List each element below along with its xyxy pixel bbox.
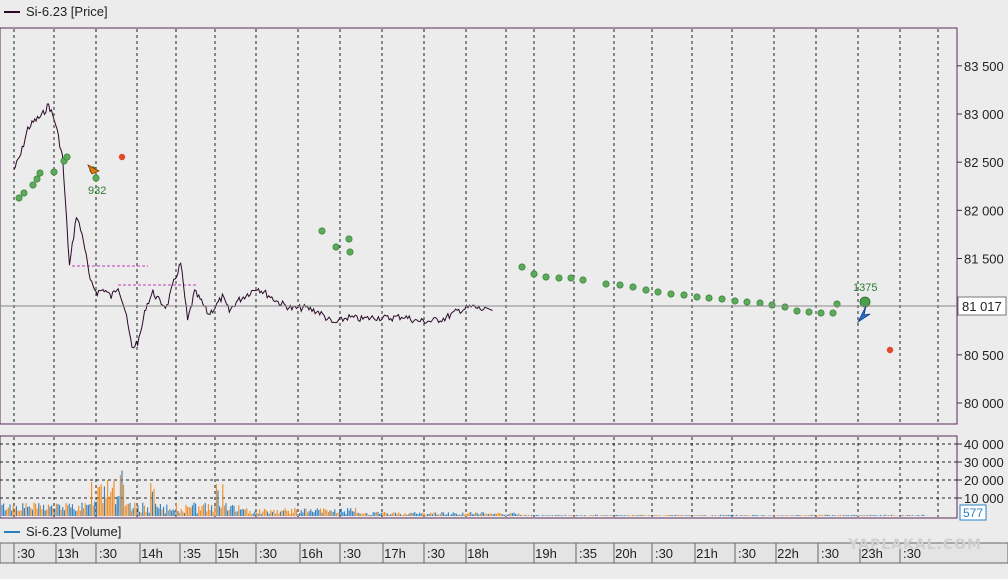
signal-dot	[781, 303, 789, 311]
price-tick-label: 81 500	[964, 252, 1004, 267]
signal-dot	[768, 301, 776, 309]
last-volume-value: 577	[963, 506, 983, 520]
signal-dot	[15, 194, 23, 202]
signal-dot	[33, 175, 41, 183]
time-tick-label: 18h	[467, 546, 489, 561]
volume-axis: 40 000 30 000 20 000 10 000	[957, 437, 1004, 506]
volume-tick-label: 40 000	[964, 437, 1004, 452]
time-tick-label: 16h	[301, 546, 323, 561]
signal-dot	[542, 273, 550, 281]
signal-dot	[829, 309, 837, 317]
signal-dot	[518, 263, 526, 271]
signal-dot	[602, 280, 610, 288]
signal-dot	[743, 298, 751, 306]
price-tick-label: 83 500	[964, 59, 1004, 74]
signal-dot	[616, 281, 624, 289]
last-volume-tag: 577	[959, 504, 987, 521]
time-tick-label: :35	[579, 546, 597, 561]
signal-dot	[805, 308, 813, 316]
price-tick-label: 80 000	[964, 396, 1004, 411]
price-tick-label: 82 000	[964, 203, 1004, 218]
last-price-value: 81 017	[962, 299, 1002, 314]
signal-dot	[731, 297, 739, 305]
signal-dot	[680, 291, 688, 299]
time-tick-label: :30	[821, 546, 839, 561]
price-legend-label: Si-6.23 [Price]	[26, 4, 108, 19]
price-axis: 83 500 83 000 82 500 82 000 81 500 80 500 80 0…	[957, 59, 1004, 411]
signal-dot	[642, 286, 650, 294]
price-tick-label: 83 000	[964, 107, 1004, 122]
trade-label: 1375	[853, 282, 877, 294]
signal-dot	[50, 168, 58, 176]
volume-panel	[0, 435, 958, 519]
signal-dot	[332, 243, 340, 251]
time-tick-label: 19h	[535, 546, 557, 561]
time-tick-label: :30	[655, 546, 673, 561]
signal-dot	[579, 276, 587, 284]
signal-dot	[567, 274, 575, 282]
time-tick-label: 15h	[217, 546, 239, 561]
chart-canvas[interactable]: 83 500 83 000 82 500 82 000 81 500 80 500 80 0…	[0, 0, 1008, 574]
price-legend-swatch	[4, 10, 20, 13]
volume-tick-label: 30 000	[964, 455, 1004, 470]
signal-dot	[318, 227, 326, 235]
time-tick-label: :30	[427, 546, 445, 561]
signal-dot	[346, 248, 354, 256]
volume-legend: Si-6.23 [Volume]	[4, 524, 121, 539]
stop-dot	[886, 346, 894, 354]
signal-dot	[817, 309, 825, 317]
chart-window: 83 500 83 000 82 500 82 000 81 500 80 500 80 0…	[0, 0, 1008, 574]
time-tick-label: 20h	[615, 546, 637, 561]
time-tick-label: :35	[183, 546, 201, 561]
volume-legend-label: Si-6.23 [Volume]	[26, 524, 122, 539]
time-tick-label: :30	[99, 546, 117, 561]
signal-dot	[654, 288, 662, 296]
signal-dot	[705, 294, 713, 302]
signal-dot	[29, 181, 37, 189]
signal-dot	[63, 153, 71, 161]
stop-dot	[118, 153, 126, 161]
time-tick-label: :30	[738, 546, 756, 561]
price-tick-label: 82 500	[964, 155, 1004, 170]
time-tick-label: 21h	[696, 546, 718, 561]
time-tick-label: :30	[259, 546, 277, 561]
volume-legend-swatch	[4, 530, 20, 533]
signal-dot	[345, 235, 353, 243]
price-panel	[0, 27, 958, 425]
volume-tick-label: 20 000	[964, 473, 1004, 488]
signal-dot	[92, 174, 100, 182]
signal-dot	[667, 290, 675, 298]
trade-label: 932	[88, 185, 106, 197]
watermark-logo: YAPLAKAL.COM	[848, 537, 982, 553]
time-tick-label: 13h	[57, 546, 79, 561]
time-tick-label: :30	[343, 546, 361, 561]
signal-dot	[756, 299, 764, 307]
signal-dot	[36, 169, 44, 177]
signal-dot	[629, 283, 637, 291]
signal-dot	[20, 189, 28, 197]
volume-tick-label: 10 000	[964, 491, 1004, 506]
price-legend: Si-6.23 [Price]	[4, 4, 108, 19]
signal-dot	[793, 307, 801, 315]
time-tick-label: 14h	[141, 546, 163, 561]
time-tick-label: 17h	[384, 546, 406, 561]
time-tick-label: :30	[17, 546, 35, 561]
signal-dot	[693, 293, 701, 301]
price-tick-label: 80 500	[964, 348, 1004, 363]
signal-dot	[555, 274, 563, 282]
time-tick-label: 22h	[777, 546, 799, 561]
signal-dot	[530, 270, 538, 278]
signal-dot	[718, 295, 726, 303]
time-axis: :30 13h :30 14h :35 15h :30 16h :30 17h :30 18h 19h:…	[13, 543, 921, 563]
